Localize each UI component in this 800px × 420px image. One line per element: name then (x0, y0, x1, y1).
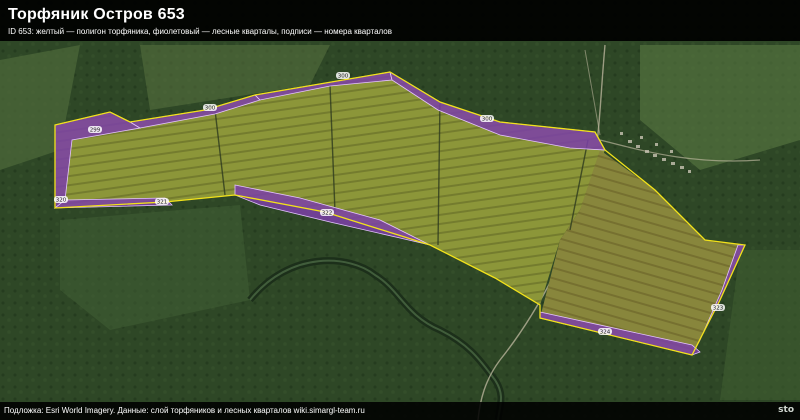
map-title: Торфяник Остров 653 (8, 6, 185, 23)
logo-mark: sto (778, 405, 794, 415)
satellite-map[interactable]: 299 300 300 300 320 321 322 323 324 (0, 0, 800, 420)
quarter-label: 300 (338, 73, 349, 79)
quarter-label: 324 (600, 329, 611, 335)
quarter-label: 320 (56, 197, 67, 203)
quarter-label: 300 (482, 116, 493, 122)
quarter-label: 322 (322, 210, 333, 216)
quarter-label: 299 (90, 127, 101, 133)
attribution-text: Подложка: Esri World Imagery. Данные: сл… (4, 406, 365, 415)
quarter-label: 323 (713, 305, 724, 311)
footer-bar: Подложка: Esri World Imagery. Данные: сл… (0, 402, 800, 420)
map-subtitle: ID 653: желтый — полигон торфяника, фиол… (8, 27, 393, 36)
quarter-label: 300 (205, 105, 216, 111)
title-bar: Торфяник Остров 653 ID 653: желтый — пол… (0, 0, 800, 41)
quarter-label: 321 (157, 199, 168, 205)
